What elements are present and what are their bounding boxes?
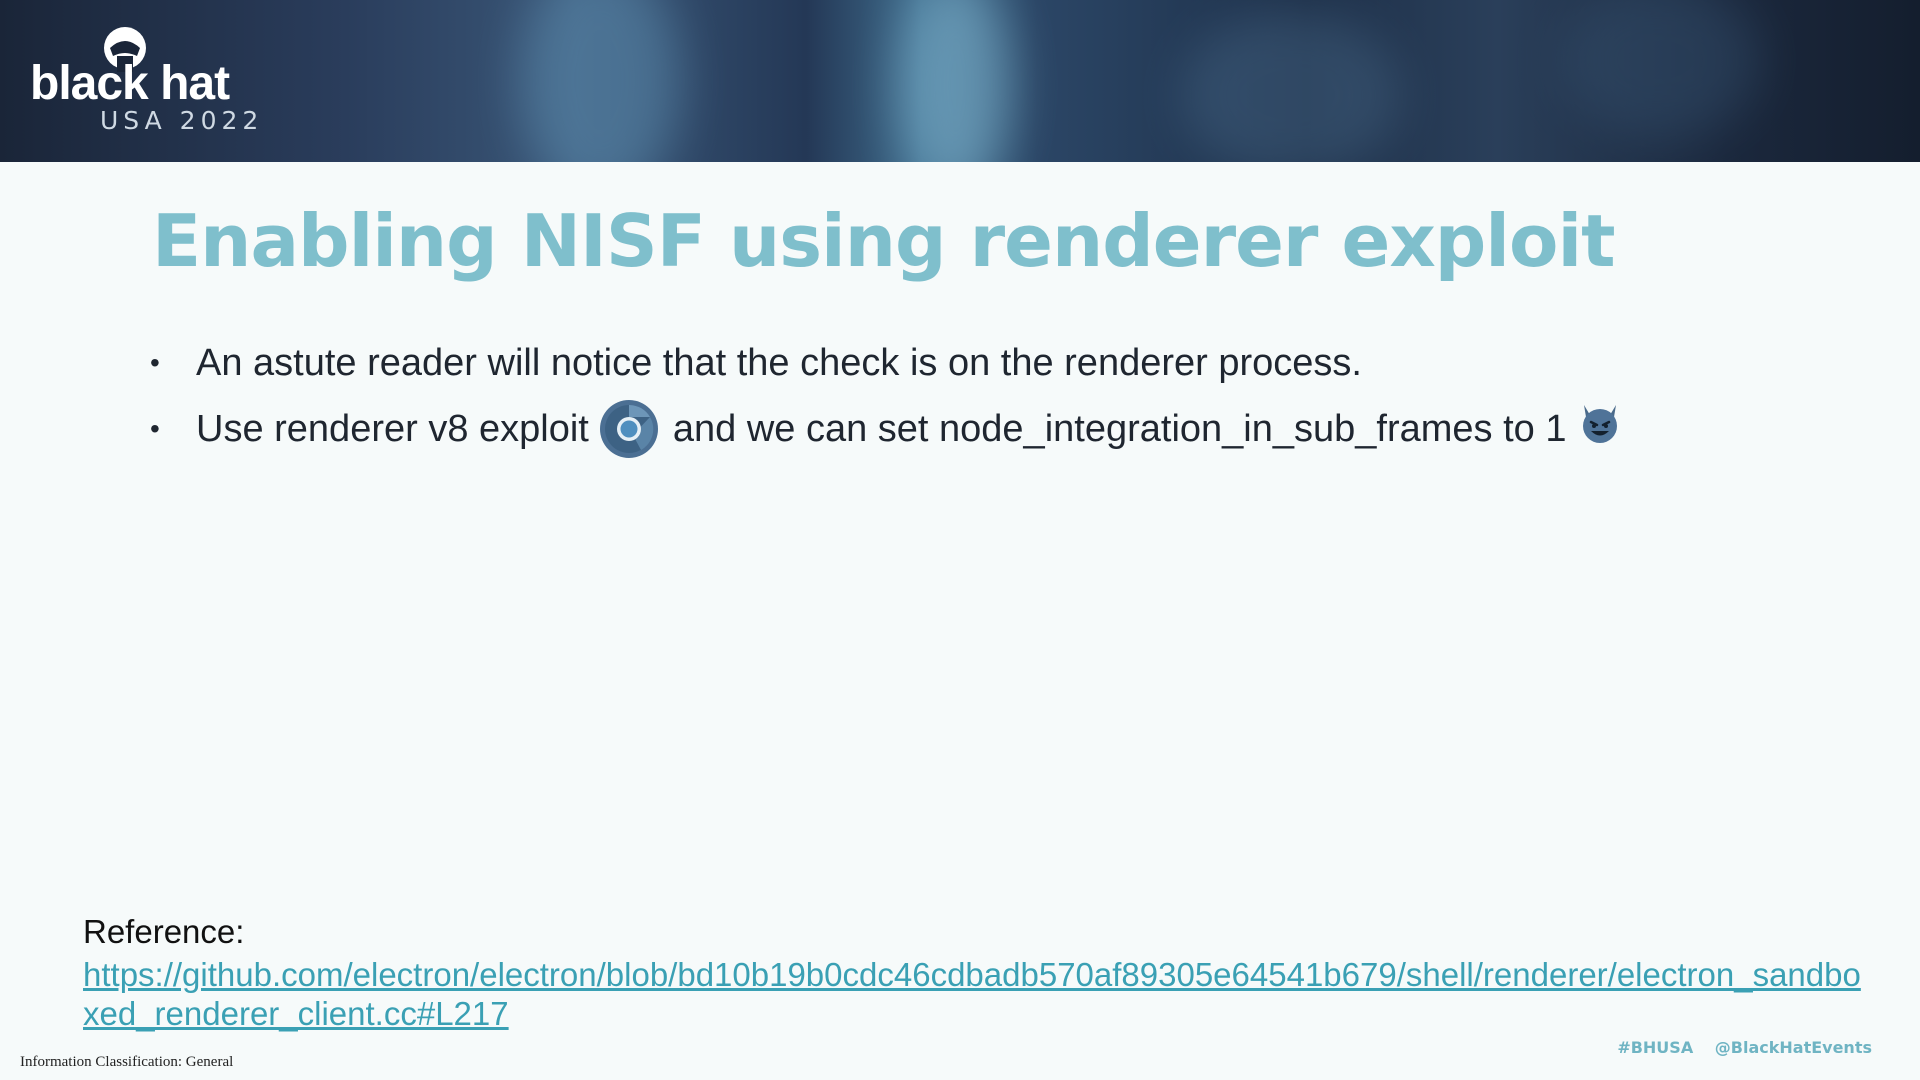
smiling-devil-icon	[1583, 405, 1618, 443]
blackhat-logo: black hat USA 2022	[30, 26, 310, 138]
bullet-dot: •	[150, 413, 160, 444]
reference-label: Reference:	[83, 913, 245, 950]
logo-event: USA 2022	[100, 106, 264, 135]
header-banner: black hat USA 2022	[0, 0, 1920, 162]
logo-wordmark: black hat	[30, 57, 230, 110]
bullet-dot: •	[150, 347, 160, 378]
bullet-item: • Use renderer v8 exploit and we can set…	[150, 396, 1850, 462]
chrome-icon	[599, 400, 658, 458]
social-footer: #BHUSA @BlackHatEvents	[1601, 1038, 1872, 1057]
bullet-text: An astute reader will notice that the ch…	[196, 341, 1362, 384]
hashtag: #BHUSA	[1617, 1038, 1694, 1057]
bullet-text-after-icon: and we can set node_integration_in_sub_f…	[672, 407, 1567, 450]
slide-title: Enabling NISF using renderer exploit	[152, 199, 1616, 283]
bullet-list: • An astute reader will notice that the …	[150, 330, 1850, 462]
reference-link[interactable]: https://github.com/electron/electron/blo…	[83, 955, 1863, 1033]
bullet-text-before-icon: Use renderer v8 exploit	[196, 407, 589, 450]
bullet-item: • An astute reader will notice that the …	[150, 330, 1850, 396]
twitter-handle: @BlackHatEvents	[1714, 1038, 1872, 1057]
classification-label: Information Classification: General	[20, 1054, 234, 1070]
